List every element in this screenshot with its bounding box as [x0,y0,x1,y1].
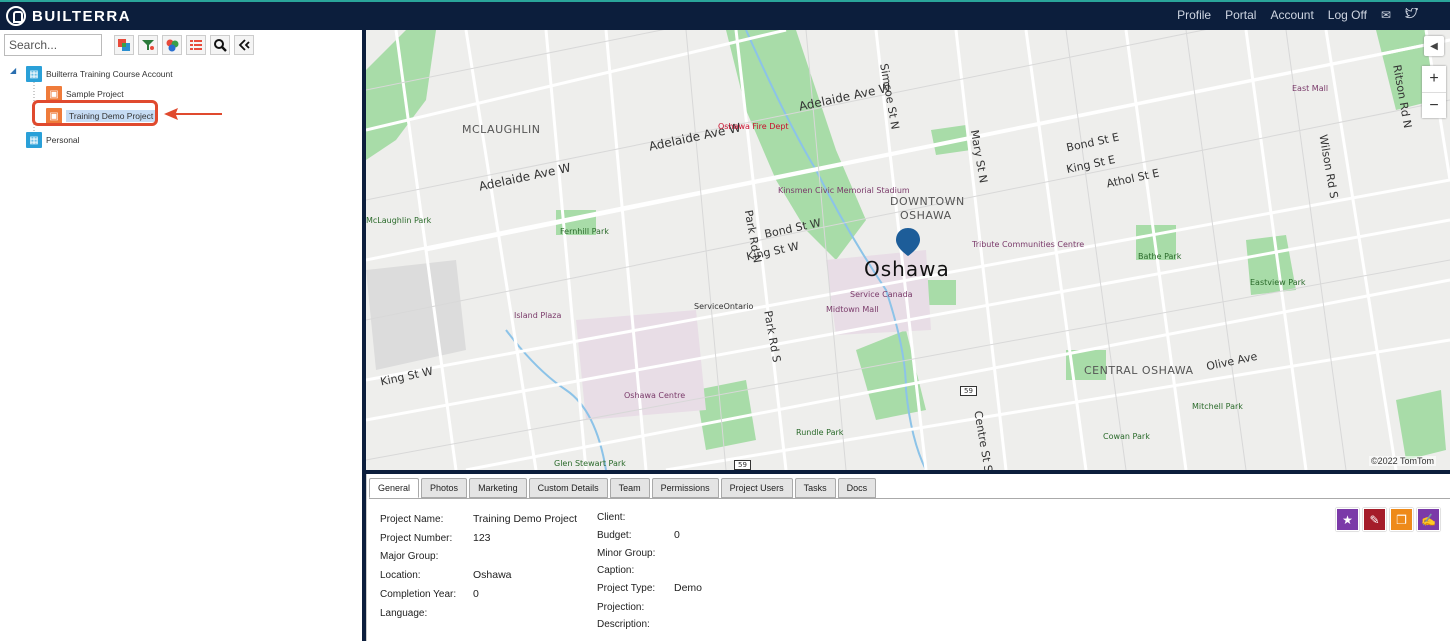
poi-label: Cowan Park [1103,432,1150,441]
expand-toggle-icon[interactable]: ◢ [10,66,16,75]
field-label-caption: Caption: [597,565,635,576]
poi-label: Oshawa Fire Dept [718,122,789,131]
poi-label: East Mall [1292,84,1329,93]
field-label-completion-year: Completion Year: [380,589,457,600]
tab-tasks[interactable]: Tasks [794,478,836,498]
project-details-panel: General Photos Marketing Custom Details … [366,474,1450,641]
builterra-logo-icon [6,6,26,26]
field-value-project-number: 123 [473,532,491,544]
route-shield: 59 [734,460,751,470]
poi-label: Bathe Park [1138,252,1182,261]
field-label-project-name: Project Name: [380,514,444,525]
tree-node-account[interactable]: ▦ Builterra Training Course Account [26,66,173,82]
color-circles-icon[interactable] [162,35,182,55]
poi-label: McLaughlin Park [366,216,432,225]
eraser-icon[interactable]: ✎ [1363,508,1386,531]
tab-permissions[interactable]: Permissions [651,478,719,498]
logo[interactable]: BUILTERRA [6,6,131,26]
project-actions: ★ ✎ ❐ ✍ [1336,508,1440,531]
tab-general[interactable]: General [369,478,420,498]
tree-toolbar [4,34,254,56]
poi-label: Eastview Park [1250,278,1306,287]
layers-icon[interactable] [114,35,134,55]
tree-node-label: Personal [46,135,80,145]
nav-log-off[interactable]: Log Off [1328,8,1367,22]
poi-label: Rundle Park [796,428,844,437]
field-value-project-type: Demo [674,582,703,594]
top-bar: BUILTERRA Profile Portal Account Log Off… [0,0,1450,30]
nav-profile[interactable]: Profile [1177,8,1211,22]
project-tree-panel: ◢ ▦ Builterra Training Course Account ▣ … [0,30,362,641]
selection-highlight [32,100,158,126]
building-icon: ▦ [26,66,42,82]
neighbourhood-label: DOWNTOWN [890,195,965,208]
compass-icon[interactable]: ◀ [1424,36,1444,56]
field-value-project-name: Training Demo Project [473,513,578,525]
field-value-completion-year: 0 [473,588,479,600]
poi-label: ServiceOntario [694,302,754,311]
field-label-budget: Budget: [597,530,632,541]
poi-label: Island Plaza [514,311,562,320]
neighbourhood-label: CENTRAL OSHAWA [1084,364,1194,377]
zoom-control: + − [1422,66,1446,118]
map-view[interactable]: Oshawa MCLAUGHLIN DOWNTOWN OSHAWA CENTRA… [366,30,1450,470]
edit-icon[interactable]: ✍ [1417,508,1440,531]
map-attribution: ©2022 TomTom [1369,456,1436,466]
poi-label: Glen Stewart Park [554,459,626,468]
neighbourhood-label: MCLAUGHLIN [462,123,541,136]
field-label-project-type: Project Type: [597,583,656,594]
magnifier-icon[interactable] [210,35,230,55]
poi-label: Oshawa Centre [624,391,686,400]
field-label-client: Client: [597,512,626,523]
twitter-icon[interactable] [1405,7,1419,22]
tab-marketing[interactable]: Marketing [469,478,527,498]
tab-docs[interactable]: Docs [837,478,877,498]
field-label-projection: Projection: [597,602,645,613]
tab-underline [369,498,1450,499]
tree-node-label: Builterra Training Course Account [46,69,173,79]
nav-portal[interactable]: Portal [1225,8,1256,22]
poi-label: Tribute Communities Centre [972,240,1085,249]
field-value-location: Oshawa [473,569,512,581]
poi-label: Midtown Mall [826,305,879,314]
zoom-out-button[interactable]: − [1422,92,1446,118]
city-label: Oshawa [864,257,950,281]
zoom-in-button[interactable]: + [1422,66,1446,92]
list-icon[interactable] [186,35,206,55]
tab-team[interactable]: Team [609,478,650,498]
star-icon[interactable]: ★ [1336,508,1359,531]
top-nav: Profile Portal Account Log Off ✉ [1177,7,1419,22]
filter-icon[interactable] [138,35,158,55]
field-value-budget: 0 [674,529,680,541]
poi-label: Service Canada [850,290,913,299]
poi-label: Kinsmen Civic Memorial Stadium [778,186,910,195]
tab-project-users[interactable]: Project Users [720,478,793,498]
poi-label: Fernhill Park [560,227,609,236]
neighbourhood-label: OSHAWA [900,209,952,222]
tab-bar: General Photos Marketing Custom Details … [369,478,877,498]
field-label-minor-group: Minor Group: [597,548,656,559]
copy-icon[interactable]: ❐ [1390,508,1413,531]
poi-label: Mitchell Park [1192,402,1243,411]
tree-node-personal[interactable]: ▦ Personal [26,132,80,148]
field-label-language: Language: [380,608,428,619]
building-icon: ▦ [26,132,42,148]
field-label-major-group: Major Group: [380,551,439,562]
tab-photos[interactable]: Photos [421,478,468,498]
nav-account[interactable]: Account [1270,8,1313,22]
tab-custom-details[interactable]: Custom Details [528,478,608,498]
route-shield: 59 [960,386,977,396]
search-input[interactable] [4,34,102,56]
tree-node-label: Sample Project [66,89,124,99]
field-label-location: Location: [380,570,421,581]
pointer-arrow-icon [164,108,222,120]
logo-text: BUILTERRA [32,7,132,25]
back-icon[interactable] [234,35,254,55]
mail-icon[interactable]: ✉ [1381,8,1391,22]
field-label-description: Description: [597,619,650,630]
field-label-project-number: Project Number: [380,533,453,544]
map-base [366,30,1450,470]
